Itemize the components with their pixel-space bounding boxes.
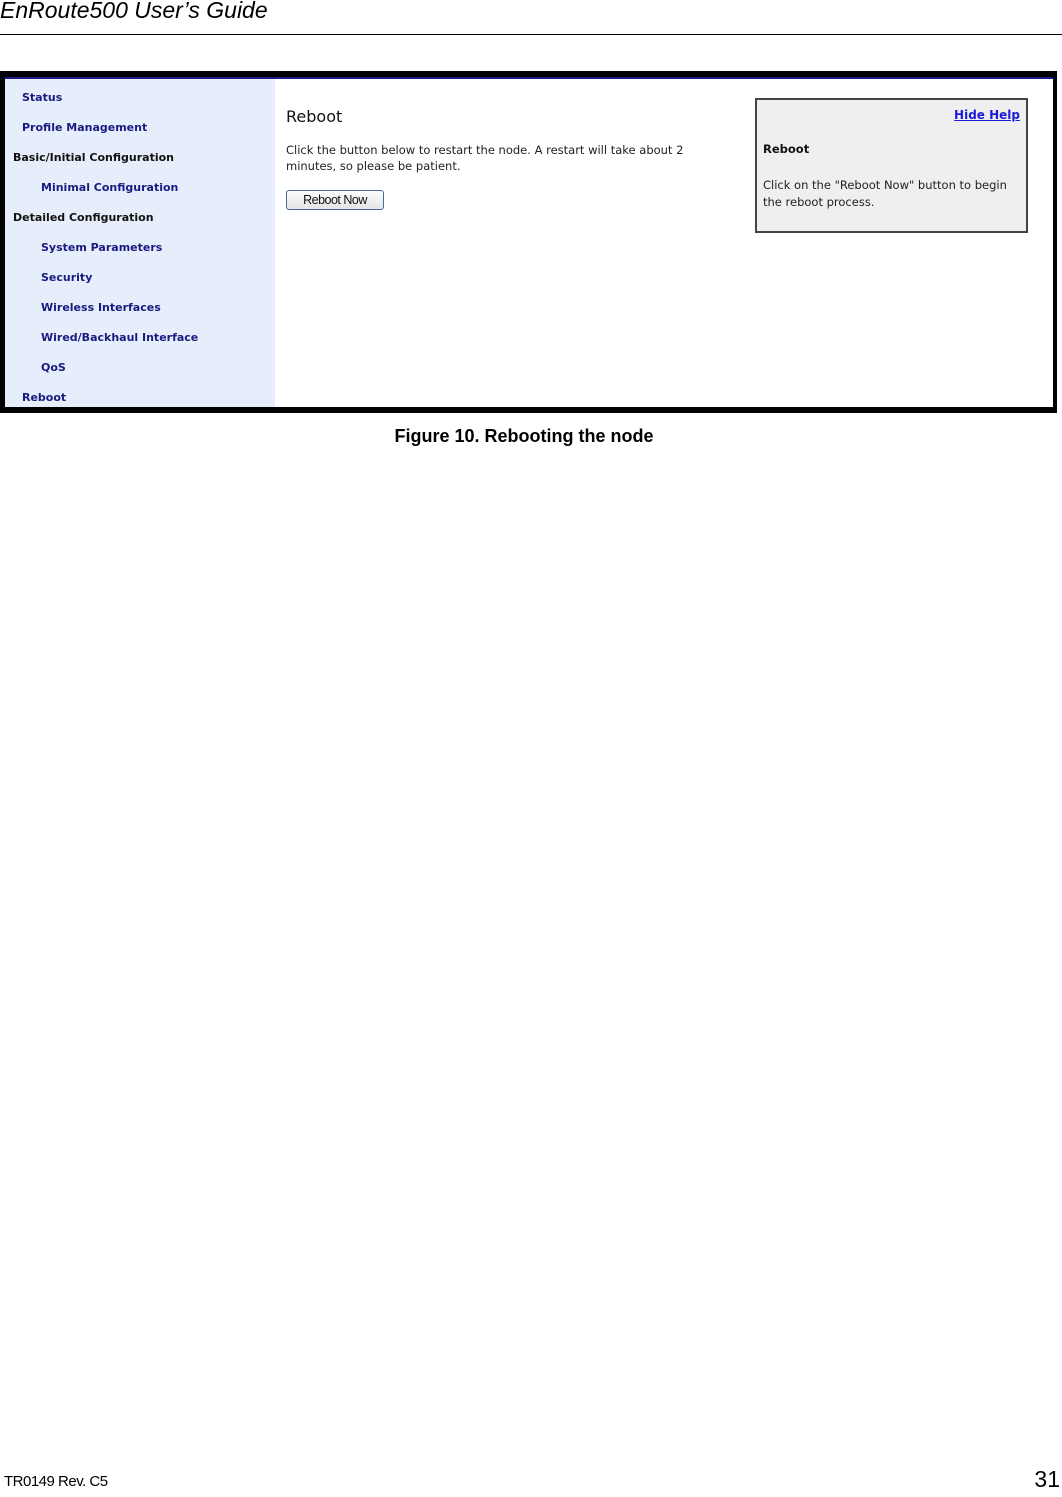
sidebar-item-wired-backhaul-interface[interactable]: Wired/Backhaul Interface <box>41 331 198 344</box>
sidebar-item-minimal-configuration[interactable]: Minimal Configuration <box>41 181 178 194</box>
sidebar-item-status[interactable]: Status <box>22 91 62 104</box>
sidebar-header-basic-initial-configuration: Basic/Initial Configuration <box>13 151 174 164</box>
page-title: Reboot <box>286 107 343 126</box>
figure-caption-text: Figure 10. Rebooting the node <box>394 426 654 446</box>
sidebar-item-reboot[interactable]: Reboot <box>22 391 66 404</box>
help-text: Click on the "Reboot Now" button to begi… <box>763 178 1007 209</box>
sidebar-item-system-parameters[interactable]: System Parameters <box>41 241 162 254</box>
figure-caption: Figure 10. Rebooting the node <box>0 426 1062 447</box>
page-number: 31 <box>1034 1466 1060 1492</box>
help-panel: Hide Help Reboot Click on the "Reboot No… <box>755 98 1028 233</box>
sidebar-item-qos[interactable]: QoS <box>41 361 66 374</box>
sidebar-item-security[interactable]: Security <box>41 271 92 284</box>
sidebar-nav: Status Profile Management Basic/Initial … <box>5 79 275 407</box>
help-title: Reboot <box>763 142 810 156</box>
page-description: Click the button below to restart the no… <box>286 143 684 173</box>
reboot-screenshot: Status Profile Management Basic/Initial … <box>0 71 1057 413</box>
reboot-now-button[interactable]: Reboot Now <box>286 190 384 210</box>
sidebar-item-wireless-interfaces[interactable]: Wireless Interfaces <box>41 301 161 314</box>
document-title: EnRoute500 User’s Guide <box>0 0 268 23</box>
document-header: EnRoute500 User’s Guide <box>0 0 1062 35</box>
sidebar-item-profile-management[interactable]: Profile Management <box>22 121 147 134</box>
footer-doc-id: TR0149 Rev. C5 <box>4 1473 108 1490</box>
main-content: Reboot Click the button below to restart… <box>275 79 1053 407</box>
sidebar-header-detailed-configuration: Detailed Configuration <box>13 211 154 224</box>
hide-help-link[interactable]: Hide Help <box>954 108 1020 122</box>
